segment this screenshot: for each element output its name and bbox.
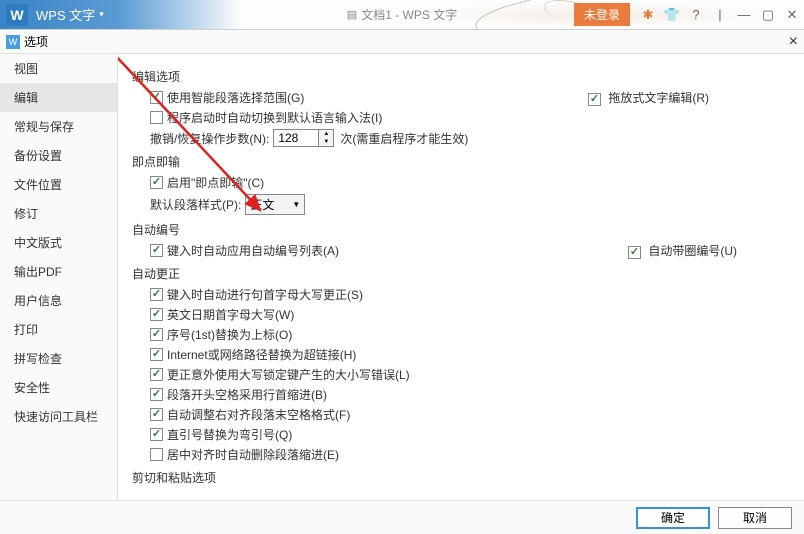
sidebar-item-9[interactable]: 打印 bbox=[0, 315, 117, 344]
label-auto-ime: 程序启动时自动切换到默认语言输入法(I) bbox=[167, 109, 382, 126]
app-titlebar: W WPS 文字 ▾ ▤ 文档1 - WPS 文字 未登录 ✱ 👕 ? | — … bbox=[0, 0, 804, 30]
checkbox-auto-number-list[interactable] bbox=[150, 244, 163, 257]
sidebar-item-0[interactable]: 视图 bbox=[0, 54, 117, 83]
sidebar: 视图编辑常规与保存备份设置文件位置修订中文版式输出PDF用户信息打印拼写检查安全… bbox=[0, 54, 118, 500]
sidebar-item-12[interactable]: 快速访问工具栏 bbox=[0, 402, 117, 431]
spinner-undo-steps[interactable]: ▲ ▼ bbox=[273, 129, 334, 147]
label-circled-number: 自动带圈编号(U) bbox=[648, 244, 737, 258]
checkbox-smart-select[interactable] bbox=[150, 91, 163, 104]
sidebar-item-3[interactable]: 备份设置 bbox=[0, 141, 117, 170]
checkbox-autocorrect-5[interactable] bbox=[150, 388, 163, 401]
checkbox-autocorrect-3[interactable] bbox=[150, 348, 163, 361]
checkbox-auto-ime[interactable] bbox=[150, 111, 163, 124]
sidebar-item-4[interactable]: 文件位置 bbox=[0, 170, 117, 199]
label-drag-edit: 拖放式文字编辑(R) bbox=[608, 91, 709, 105]
combo-default-style-value: 正文 bbox=[250, 196, 274, 213]
sidebar-item-6[interactable]: 中文版式 bbox=[0, 228, 117, 257]
label-autocorrect-7: 直引号替换为弯引号(Q) bbox=[167, 426, 292, 443]
window-controls: 未登录 ✱ 👕 ? | — ▢ ✕ bbox=[574, 0, 804, 29]
label-autocorrect-2: 序号(1st)替换为上标(O) bbox=[167, 326, 292, 343]
label-undo-steps: 撤销/恢复操作步数(N): bbox=[150, 130, 269, 147]
checkbox-autocorrect-2[interactable] bbox=[150, 328, 163, 341]
sidebar-item-1[interactable]: 编辑 bbox=[0, 83, 117, 112]
label-autocorrect-0: 键入时自动进行句首字母大写更正(S) bbox=[167, 286, 363, 303]
help-icon[interactable]: ? bbox=[684, 0, 708, 30]
checkbox-instant-input[interactable] bbox=[150, 176, 163, 189]
dialog-title: 选项 bbox=[24, 33, 48, 50]
checkbox-autocorrect-8[interactable] bbox=[150, 448, 163, 461]
section-instant-input: 即点即输 bbox=[132, 153, 790, 170]
checkbox-autocorrect-4[interactable] bbox=[150, 368, 163, 381]
dialog-icon: W bbox=[6, 35, 20, 49]
label-autocorrect-4: 更正意外使用大写锁定键产生的大小写错误(L) bbox=[167, 366, 410, 383]
undo-steps-input[interactable] bbox=[274, 130, 318, 146]
sidebar-item-8[interactable]: 用户信息 bbox=[0, 286, 117, 315]
label-autocorrect-6: 自动调整右对齐段落末空格格式(F) bbox=[167, 406, 350, 423]
section-auto-correct: 自动更正 bbox=[132, 265, 790, 282]
combo-default-style[interactable]: 正文 ▼ bbox=[245, 194, 305, 215]
close-button[interactable]: ✕ bbox=[780, 0, 804, 30]
sidebar-item-10[interactable]: 拼写检查 bbox=[0, 344, 117, 373]
sidebar-item-5[interactable]: 修订 bbox=[0, 199, 117, 228]
maximize-button[interactable]: ▢ bbox=[756, 0, 780, 30]
label-smart-select: 使用智能段落选择范围(G) bbox=[167, 89, 304, 106]
dialog-body: 视图编辑常规与保存备份设置文件位置修订中文版式输出PDF用户信息打印拼写检查安全… bbox=[0, 54, 804, 500]
content-panel: 编辑选项 使用智能段落选择范围(G) 拖放式文字编辑(R) 程序启动时自动切换到… bbox=[118, 54, 804, 500]
label-autocorrect-5: 段落开头空格采用行首缩进(B) bbox=[167, 386, 327, 403]
checkbox-autocorrect-1[interactable] bbox=[150, 308, 163, 321]
feedback-icon[interactable]: ✱ bbox=[636, 0, 660, 30]
app-logo-icon[interactable]: W bbox=[6, 4, 28, 26]
checkbox-circled-number[interactable] bbox=[628, 246, 641, 259]
cancel-button[interactable]: 取消 bbox=[718, 507, 792, 529]
checkbox-autocorrect-0[interactable] bbox=[150, 288, 163, 301]
section-auto-number: 自动编号 bbox=[132, 221, 790, 238]
label-default-style: 默认段落样式(P): bbox=[150, 196, 241, 213]
document-title-text: 文档1 - WPS 文字 bbox=[361, 6, 457, 23]
checkbox-autocorrect-7[interactable] bbox=[150, 428, 163, 441]
checkbox-drag-edit[interactable] bbox=[588, 93, 601, 106]
dialog-close-button[interactable]: × bbox=[789, 33, 798, 51]
sidebar-item-7[interactable]: 输出PDF bbox=[0, 257, 117, 286]
app-name: WPS 文字 bbox=[36, 5, 95, 24]
label-autocorrect-8: 居中对齐时自动删除段落缩进(E) bbox=[167, 446, 339, 463]
sidebar-item-11[interactable]: 安全性 bbox=[0, 373, 117, 402]
spinner-up-icon[interactable]: ▲ bbox=[319, 130, 333, 138]
dialog-header: W 选项 × bbox=[0, 30, 804, 54]
sidebar-item-2[interactable]: 常规与保存 bbox=[0, 112, 117, 141]
theme-icon[interactable]: 👕 bbox=[660, 0, 684, 30]
label-instant-input: 启用"即点即输"(C) bbox=[167, 174, 264, 191]
login-button[interactable]: 未登录 bbox=[574, 3, 630, 26]
minimize-button[interactable]: — bbox=[732, 0, 756, 30]
spinner-down-icon[interactable]: ▼ bbox=[319, 138, 333, 146]
section-clipboard: 剪切和粘贴选项 bbox=[132, 469, 790, 486]
document-title: ▤ 文档1 - WPS 文字 bbox=[347, 6, 457, 23]
label-autocorrect-3: Internet或网络路径替换为超链接(H) bbox=[167, 346, 356, 363]
checkbox-autocorrect-6[interactable] bbox=[150, 408, 163, 421]
label-auto-number-list: 键入时自动应用自动编号列表(A) bbox=[167, 242, 339, 259]
dialog-footer: 确定 取消 bbox=[0, 500, 804, 534]
document-icon: ▤ bbox=[347, 8, 357, 21]
section-edit-options: 编辑选项 bbox=[132, 68, 790, 85]
ok-button[interactable]: 确定 bbox=[636, 507, 710, 529]
label-undo-suffix: 次(需重启程序才能生效) bbox=[340, 130, 468, 147]
chevron-down-icon: ▼ bbox=[292, 200, 300, 209]
app-menu-dropdown-icon[interactable]: ▾ bbox=[99, 9, 104, 20]
separator-icon: | bbox=[708, 0, 732, 30]
label-autocorrect-1: 英文日期首字母大写(W) bbox=[167, 306, 294, 323]
